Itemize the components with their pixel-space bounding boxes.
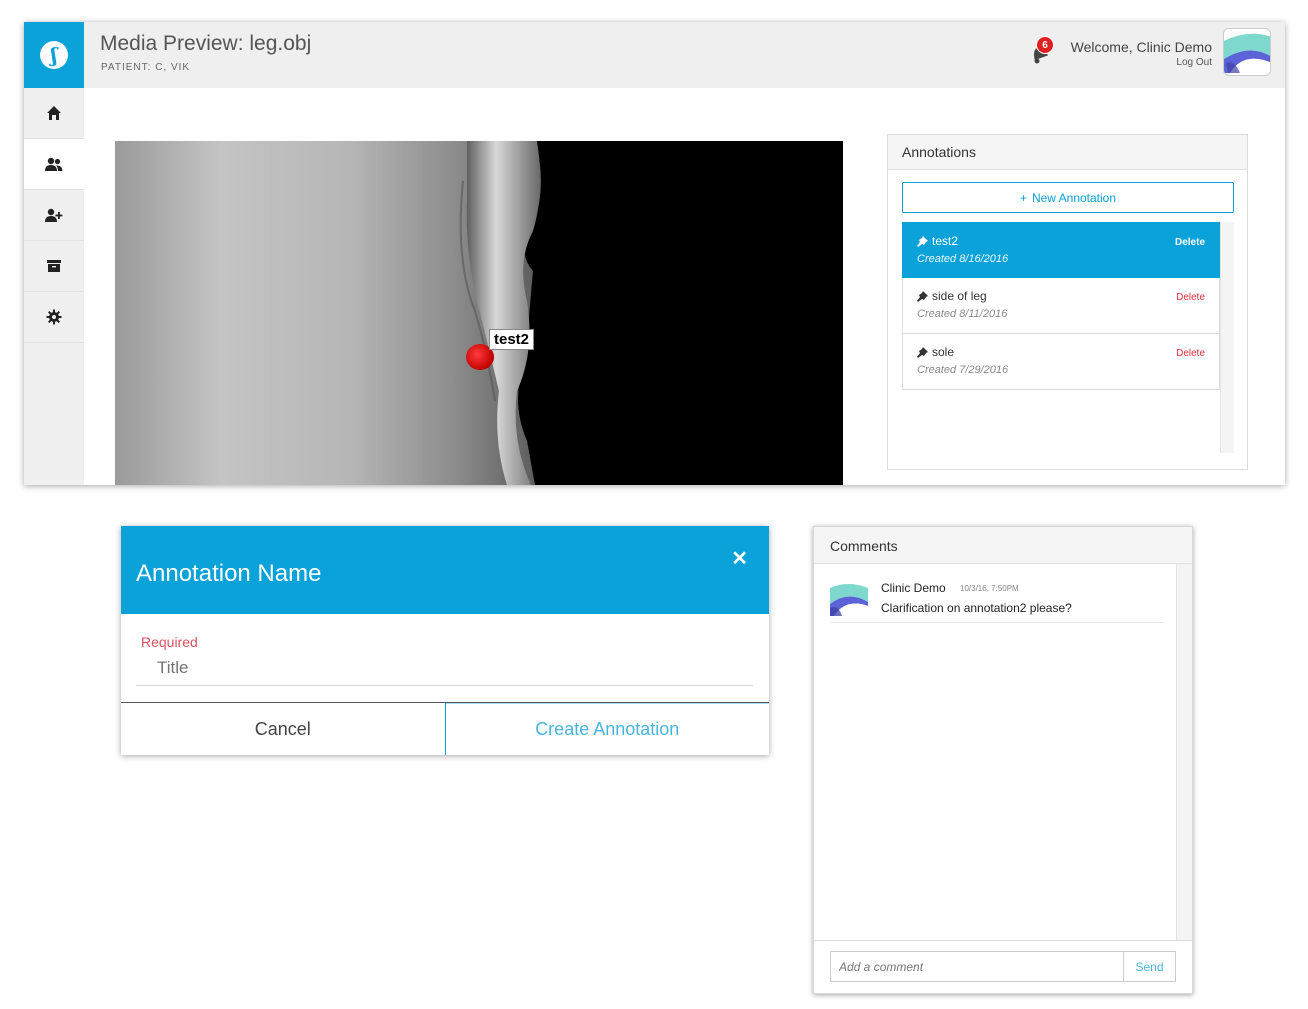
required-label: Required	[141, 634, 198, 650]
annotation-name: sole	[932, 345, 955, 359]
page-title: Media Preview: leg.obj	[100, 32, 312, 55]
annotation-date: Created 7/29/2016	[917, 364, 1009, 376]
model-viewer[interactable]: test2	[115, 141, 843, 485]
annotation-date: Created 8/16/2016	[917, 253, 1009, 265]
commenter-avatar-icon	[830, 584, 868, 616]
pushpin-icon	[917, 235, 928, 247]
sidebar-item-home[interactable]	[24, 88, 84, 139]
annotation-list-scrollbar[interactable]	[1220, 222, 1234, 453]
annotation-item[interactable]: test2 Created 8/16/2016 Delete	[902, 222, 1220, 278]
leg-model-render	[115, 141, 843, 485]
dialog-actions: Cancel Create Annotation	[121, 702, 769, 755]
patients-icon	[45, 157, 63, 171]
app-logo[interactable]: ʃ	[24, 22, 84, 88]
plus-icon: +	[1019, 190, 1027, 205]
comment-timestamp: 10/3/16, 7:50PM	[960, 584, 1019, 593]
logout-link[interactable]: Log Out	[1176, 57, 1212, 68]
delete-annotation-button[interactable]: Delete	[1176, 348, 1205, 359]
sidebar-item-settings[interactable]	[24, 292, 84, 343]
sidebar	[24, 88, 84, 485]
create-annotation-button[interactable]: Create Annotation	[445, 703, 769, 755]
comment-author: Clinic Demo	[881, 581, 946, 595]
home-icon	[47, 106, 61, 120]
annotation-name: side of leg	[932, 289, 987, 303]
annotation-date: Created 8/11/2016	[917, 308, 1008, 320]
dialog-title: Annotation Name	[136, 560, 322, 587]
pushpin-icon	[917, 346, 928, 358]
dialog-header: Annotation Name ✕	[121, 526, 769, 614]
delete-annotation-button[interactable]: Delete	[1175, 237, 1205, 248]
new-annotation-label: New Annotation	[1031, 190, 1117, 205]
comments-title: Comments	[814, 527, 1192, 564]
sidebar-item-patients[interactable]	[24, 139, 84, 190]
archive-icon	[47, 260, 61, 272]
annotations-title: Annotations	[888, 135, 1247, 170]
sidebar-item-add-patient[interactable]	[24, 190, 84, 241]
patient-label: PATIENT: C, VIK	[101, 62, 191, 73]
sidebar-item-archive[interactable]	[24, 241, 84, 292]
comment-item: Clinic Demo 10/3/16, 7:50PM Clarificatio…	[830, 579, 1164, 623]
close-icon[interactable]: ✕	[731, 546, 748, 571]
annotation-list: test2 Created 8/16/2016 Delete side of l…	[902, 222, 1220, 453]
app-window: ʃ Media Preview: leg.obj PATIENT: C, VIK…	[24, 22, 1285, 485]
comment-input[interactable]	[830, 951, 1124, 982]
annotation-title-input[interactable]	[136, 650, 753, 686]
annotations-panel: Annotations + New Annotation test2 Creat…	[887, 134, 1248, 470]
pushpin-icon	[917, 290, 928, 302]
user-avatar[interactable]	[1223, 28, 1271, 76]
annotation-item[interactable]: sole Created 7/29/2016 Delete	[902, 334, 1220, 390]
comments-scrollbar[interactable]	[1176, 564, 1192, 941]
logo-icon: ʃ	[40, 41, 68, 69]
annotation-name-dialog: Annotation Name ✕ Required Cancel Create…	[121, 526, 769, 755]
add-patient-icon	[45, 208, 63, 222]
welcome-text: Welcome, Clinic Demo	[1070, 39, 1212, 55]
comment-text: Clarification on annotation2 please?	[881, 601, 1072, 615]
send-button[interactable]: Send	[1124, 951, 1176, 982]
notification-badge: 6	[1036, 36, 1054, 54]
comment-composer: Send	[814, 940, 1192, 993]
comments-panel: Comments Clinic Demo 10/3/16, 7:50PM Cla…	[813, 526, 1193, 994]
annotation-item[interactable]: side of leg Created 8/11/2016 Delete	[902, 278, 1220, 334]
delete-annotation-button[interactable]: Delete	[1176, 292, 1205, 303]
new-annotation-button[interactable]: + New Annotation	[902, 182, 1234, 213]
annotation-name: test2	[932, 234, 959, 248]
avatar-logo-icon	[1224, 33, 1270, 75]
top-bar: Media Preview: leg.obj PATIENT: C, VIK 6…	[84, 22, 1285, 88]
annotation-marker-label: test2	[489, 329, 535, 350]
cancel-button[interactable]: Cancel	[121, 703, 446, 755]
gear-icon	[46, 309, 62, 325]
